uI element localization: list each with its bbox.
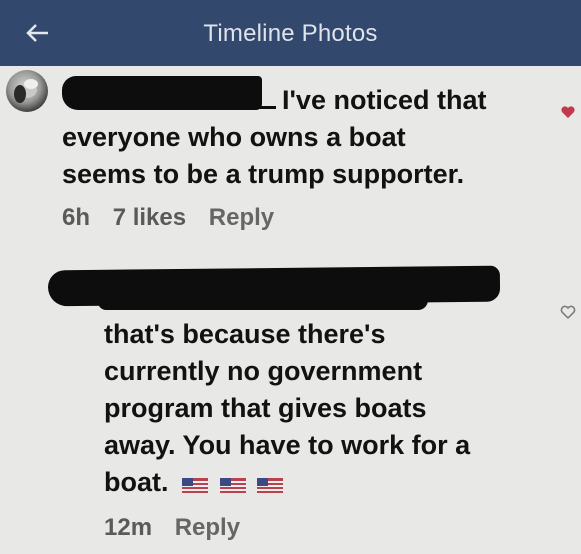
us-flag-icon bbox=[219, 477, 246, 493]
comment-text-line: that's because there's bbox=[104, 319, 386, 349]
likes-count[interactable]: 7 likes bbox=[113, 204, 186, 231]
reply-button[interactable]: Reply bbox=[175, 514, 240, 541]
redacted-commenter-name-underline bbox=[252, 106, 276, 109]
comment-text-last-line: boat. bbox=[104, 464, 287, 502]
avatar[interactable] bbox=[6, 70, 48, 112]
comment-text-line: I've noticed that bbox=[282, 85, 487, 115]
comment-meta: 12m Reply bbox=[104, 514, 256, 542]
header-title: Timeline Photos bbox=[203, 20, 378, 47]
screen: Timeline Photos I've noticed that everyo… bbox=[0, 0, 581, 554]
us-flag-icon bbox=[257, 477, 284, 493]
reply-button[interactable]: Reply bbox=[209, 204, 274, 231]
comment-text-line: currently no government bbox=[104, 356, 423, 386]
heart-filled-icon[interactable] bbox=[560, 104, 576, 120]
flag-emoji-group bbox=[182, 465, 287, 502]
comment-text-line: everyone who owns a boat bbox=[62, 122, 406, 152]
comment-text-line: program that gives boats bbox=[104, 393, 427, 423]
comment-text-line: boat. bbox=[104, 467, 169, 497]
comment-text-line: away. You have to work for a bbox=[104, 430, 471, 460]
comment-time: 12m bbox=[104, 514, 153, 541]
comment-text-line: seems to be a trump supporter. bbox=[62, 159, 465, 189]
us-flag-icon bbox=[182, 477, 209, 493]
redacted-commenter-name bbox=[62, 76, 262, 110]
redacted-commenter-name-edge bbox=[98, 296, 428, 310]
comment-time: 6h bbox=[62, 204, 91, 231]
comment-meta: 6h 7 likes Reply bbox=[62, 204, 290, 232]
heart-outline-icon[interactable] bbox=[560, 304, 576, 320]
top-bar: Timeline Photos bbox=[0, 0, 581, 66]
